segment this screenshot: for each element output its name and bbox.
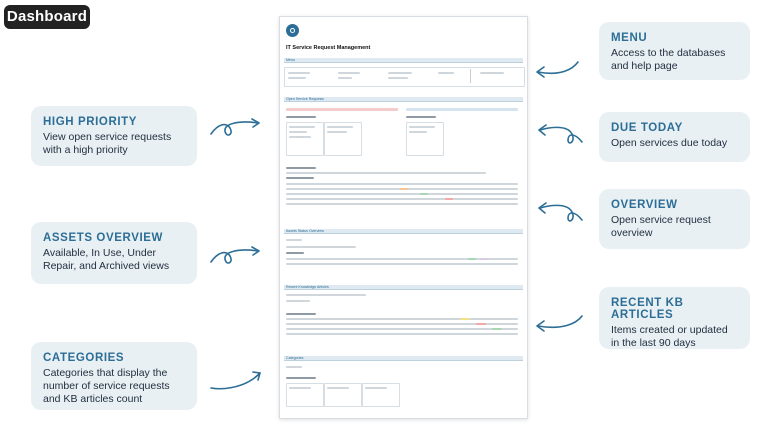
overview-view[interactable] (286, 167, 316, 169)
callout-title: CATEGORIES (43, 352, 125, 364)
callout-body: Available, In Use, Under Repair, and Arc… (43, 247, 170, 272)
section-menu: Menu (284, 58, 523, 63)
callout-recent-kb: RECENT KB ARTICLES Items created or upda… (599, 287, 750, 349)
arrow-categories-icon (210, 371, 261, 390)
section-categories: Categories (284, 356, 523, 361)
callout-title: RECENT KB ARTICLES (611, 297, 684, 321)
callout-categories: CATEGORIES Categories that display the n… (31, 342, 197, 410)
callout-overview: OVERVIEW Open service request overview (599, 189, 750, 249)
callout-body: Categories that display the number of se… (43, 367, 170, 405)
page-title: IT Service Request Management (286, 45, 371, 51)
notion-page-preview: IT Service Request Management Menu Open … (279, 16, 528, 419)
section-assets: Assets Status Overview (284, 229, 523, 234)
section-recent-kb: Recent Knowledge Articles (284, 285, 523, 290)
workspace-logo-icon (286, 24, 299, 37)
callout-due-today: DUE TODAY Open services due today (599, 112, 750, 162)
callout-assets-overview: ASSETS OVERVIEW Available, In Use, Under… (31, 222, 197, 284)
arrow-overview-icon (538, 202, 583, 222)
callout-menu: MENU Access to the databases and help pa… (599, 22, 750, 80)
arrow-recent-kb-icon (536, 315, 583, 332)
dashboard-badge: Dashboard (4, 5, 90, 29)
high-priority-view[interactable] (286, 108, 398, 111)
callout-high-priority: HIGH PRIORITY View open service requests… (31, 106, 197, 166)
callout-title: ASSETS OVERVIEW (43, 232, 163, 244)
callout-body: Items created or updated in the last 90 … (611, 324, 728, 349)
callout-body: View open service requests with a high p… (43, 131, 172, 156)
callout-body: Open services due today (611, 137, 728, 149)
callout-title: HIGH PRIORITY (43, 116, 138, 128)
arrow-high-priority-icon (210, 118, 260, 136)
arrow-menu-icon (536, 61, 579, 78)
callout-body: Access to the databases and help page (611, 47, 726, 72)
arrow-due-today-icon (538, 124, 583, 144)
callout-title: MENU (611, 32, 648, 44)
due-today-view[interactable] (406, 108, 518, 111)
section-open-requests: Open Service Requests (284, 97, 523, 102)
callout-title: OVERVIEW (611, 199, 678, 211)
arrow-assets-icon (210, 246, 260, 264)
callout-body: Open service request overview (611, 214, 711, 239)
callout-title: DUE TODAY (611, 122, 683, 134)
